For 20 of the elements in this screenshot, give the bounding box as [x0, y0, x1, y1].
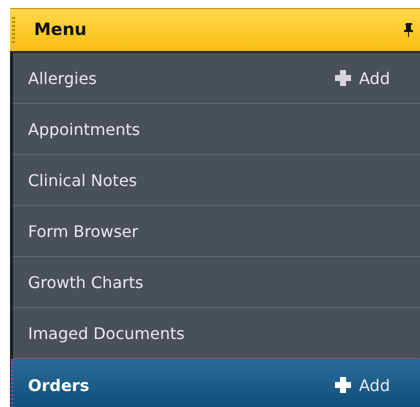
menu-item[interactable]: Orders Add: [11, 359, 420, 407]
grip-icon[interactable]: [12, 17, 16, 43]
item-label: Clinical Notes: [28, 170, 138, 190]
pin-icon[interactable]: [404, 23, 414, 37]
plus-icon: [335, 377, 352, 393]
menu-item[interactable]: Appointments: [13, 104, 420, 155]
panel-title: Menu: [34, 20, 88, 40]
menu-item[interactable]: Allergies Add: [13, 53, 420, 104]
item-label: Allergies: [28, 68, 98, 88]
item-label: Appointments: [28, 120, 142, 138]
plus-icon: [335, 70, 352, 86]
item-label: Imaged Documents: [28, 324, 186, 342]
item-label: Form Browser: [28, 222, 140, 240]
menu-item[interactable]: Form Browser: [13, 206, 420, 257]
item-label: Growth Charts: [28, 272, 144, 292]
menu-item[interactable]: Clinical Notes: [13, 155, 420, 206]
add-button[interactable]: Add: [335, 68, 390, 88]
menu-item[interactable]: Growth Charts: [13, 257, 420, 308]
add-button[interactable]: Add: [335, 376, 390, 394]
item-label: Orders: [28, 376, 90, 394]
